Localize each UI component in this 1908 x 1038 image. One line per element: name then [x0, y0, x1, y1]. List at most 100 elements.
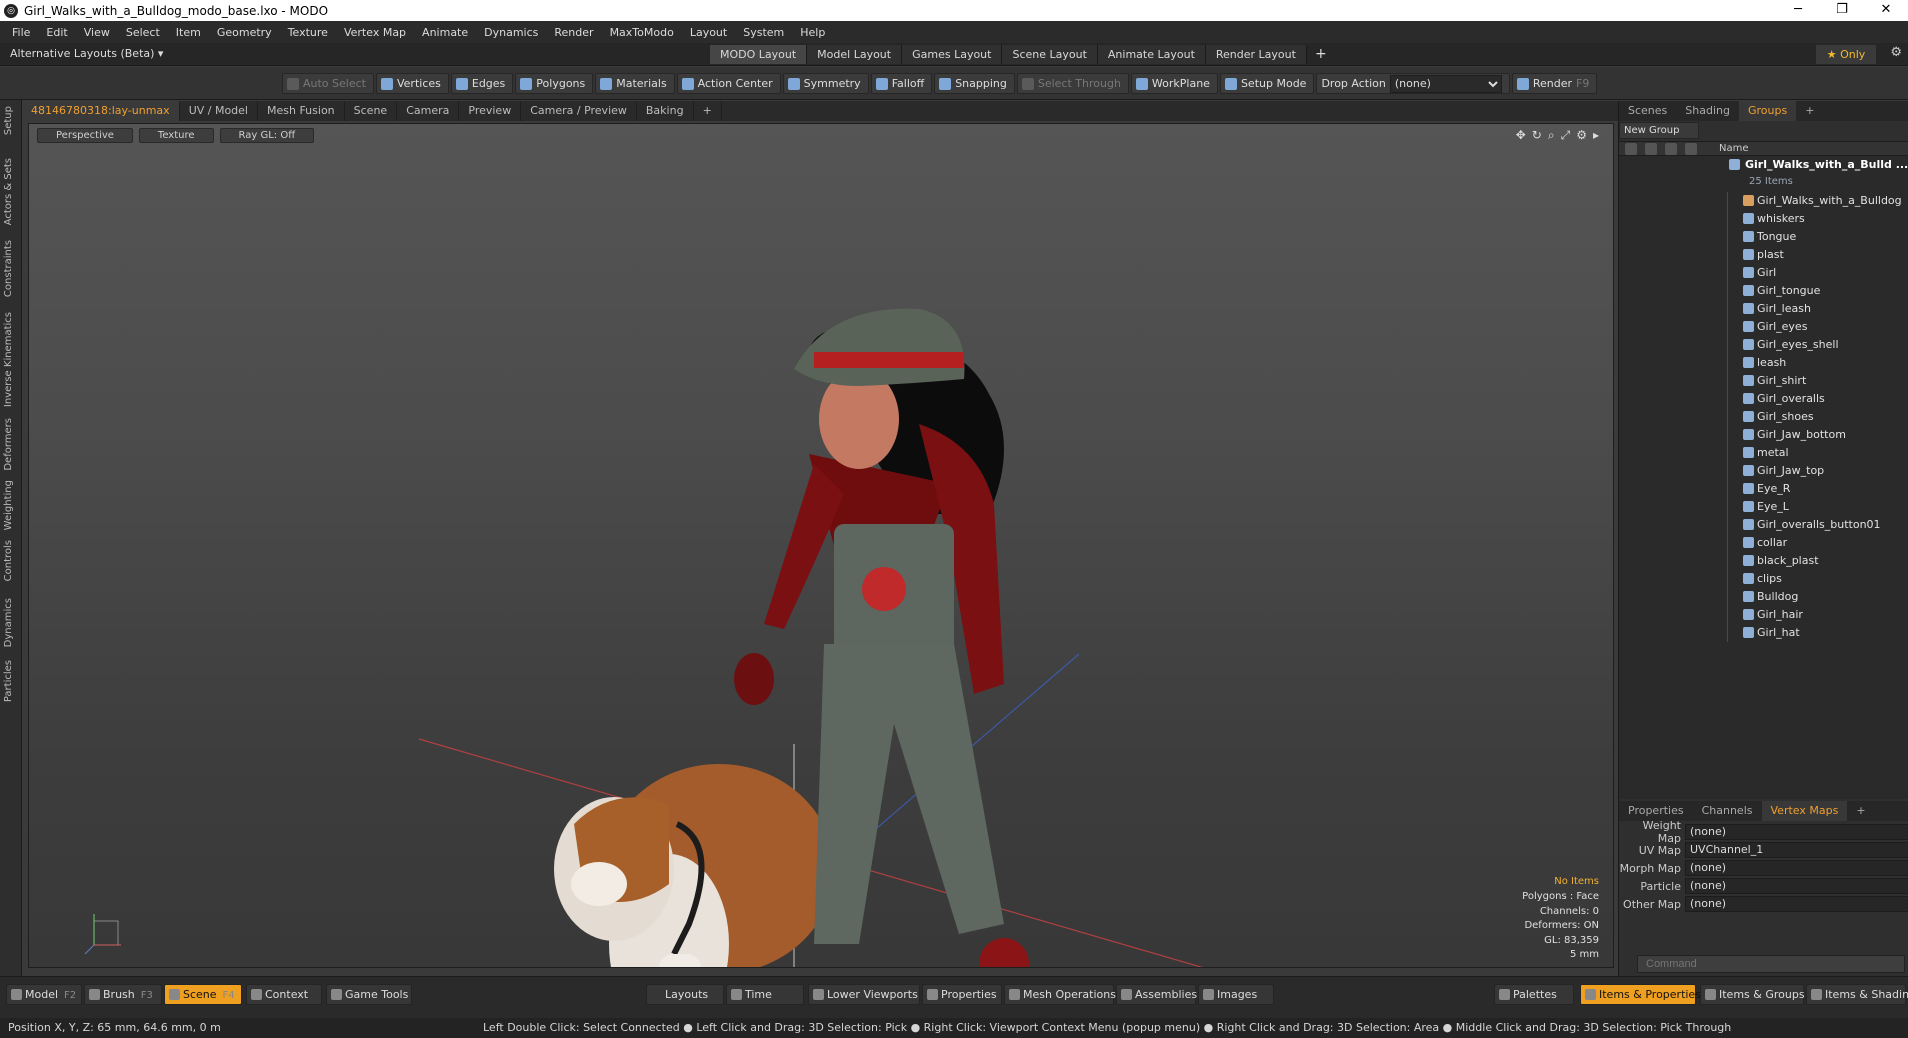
group-item-row[interactable]: Girl_overalls: [1619, 390, 1908, 408]
render-button[interactable]: Render F9: [1511, 73, 1598, 94]
rotate-icon[interactable]: ↻: [1532, 128, 1542, 143]
group-item-row[interactable]: Girl_tongue: [1619, 282, 1908, 300]
group-item-row[interactable]: Bulldog: [1619, 588, 1908, 606]
snapping-button[interactable]: Snapping: [934, 73, 1015, 94]
tab-channels[interactable]: Channels: [1693, 801, 1762, 821]
ray-gl-button[interactable]: Ray GL: Off: [219, 128, 315, 143]
add-panel-tab-icon[interactable]: +: [1796, 101, 1823, 121]
tab-camera[interactable]: Camera: [397, 101, 460, 121]
menu-file[interactable]: File: [4, 26, 38, 39]
group-item-row[interactable]: Eye_L: [1619, 498, 1908, 516]
group-item-row[interactable]: Tongue: [1619, 228, 1908, 246]
game-tools-button[interactable]: Game Tools: [326, 984, 412, 1005]
close-icon[interactable]: ✕: [1864, 0, 1908, 21]
select-column-icon[interactable]: [1685, 143, 1697, 155]
vertices-button[interactable]: Vertices: [375, 73, 449, 94]
properties-button[interactable]: Properties: [922, 984, 1002, 1005]
context-button[interactable]: Context: [246, 984, 322, 1005]
zoom-icon[interactable]: ⌕: [1548, 128, 1555, 143]
items-groups-button[interactable]: Items & Groups: [1700, 984, 1805, 1005]
tab-baking[interactable]: Baking: [637, 101, 694, 121]
vtab-weighting[interactable]: Weighting: [3, 480, 14, 530]
drop-action-select[interactable]: (none): [1389, 74, 1502, 93]
other-map-field[interactable]: (none): [1685, 896, 1908, 912]
group-item-row[interactable]: plast: [1619, 246, 1908, 264]
visibility-column-icon[interactable]: [1625, 143, 1637, 155]
menu-texture[interactable]: Texture: [280, 26, 336, 39]
pan-icon[interactable]: ✥: [1516, 128, 1526, 143]
menu-help[interactable]: Help: [792, 26, 833, 39]
3d-viewport[interactable]: Perspective Texture Ray GL: Off ✥ ↻ ⌕ ⤢ …: [28, 123, 1614, 968]
vtab-actors-sets[interactable]: Actors & Sets: [3, 158, 14, 225]
action-center-button[interactable]: Action Center: [676, 73, 781, 94]
workplane-button[interactable]: WorkPlane: [1130, 73, 1218, 94]
add-viewport-tab-icon[interactable]: +: [694, 101, 722, 121]
group-root-row[interactable]: Girl_Walks_with_a_Bulld ...: [1619, 156, 1908, 174]
tab-animate-layout[interactable]: Animate Layout: [1097, 45, 1206, 64]
menu-render[interactable]: Render: [546, 26, 601, 39]
time-button[interactable]: Time: [726, 984, 804, 1005]
render-column-icon[interactable]: [1645, 143, 1657, 155]
group-item-row[interactable]: whiskers: [1619, 210, 1908, 228]
auto-select-button[interactable]: Auto Select: [282, 73, 374, 94]
tab-camera-preview[interactable]: Camera / Preview: [521, 101, 637, 121]
gear-icon[interactable]: ⚙: [1890, 45, 1902, 60]
menu-geometry[interactable]: Geometry: [209, 26, 280, 39]
images-button[interactable]: Images: [1198, 984, 1274, 1005]
add-layout-icon[interactable]: +: [1307, 45, 1335, 64]
tab-modo-layout[interactable]: MODO Layout: [710, 45, 808, 64]
group-item-row[interactable]: collar: [1619, 534, 1908, 552]
view-mode-button[interactable]: Perspective: [37, 128, 133, 143]
group-item-row[interactable]: Girl_leash: [1619, 300, 1908, 318]
menu-layout[interactable]: Layout: [682, 26, 735, 39]
vtab-constraints[interactable]: Constraints: [3, 240, 14, 297]
menu-maxtomodo[interactable]: MaxToModo: [602, 26, 682, 39]
materials-button[interactable]: Materials: [595, 73, 675, 94]
select-through-button[interactable]: Select Through: [1016, 73, 1129, 94]
tab-scene-layout[interactable]: Scene Layout: [1002, 45, 1098, 64]
weight-map-field[interactable]: (none): [1685, 824, 1908, 840]
tab-uv-model[interactable]: UV / Model: [180, 101, 258, 121]
palettes-button[interactable]: Palettes: [1494, 984, 1574, 1005]
menu-edit[interactable]: Edit: [38, 26, 75, 39]
items-properties-button[interactable]: Items & Properties: [1580, 984, 1701, 1005]
restore-icon[interactable]: ❐: [1820, 0, 1864, 21]
edges-button[interactable]: Edges: [450, 73, 514, 94]
lock-column-icon[interactable]: [1665, 143, 1677, 155]
group-item-row[interactable]: metal: [1619, 444, 1908, 462]
particle-field[interactable]: (none): [1685, 878, 1908, 894]
tab-groups[interactable]: Groups: [1738, 101, 1797, 121]
alternative-layouts-dropdown[interactable]: Alternative Layouts (Beta) ▾: [10, 47, 163, 60]
layouts-button[interactable]: Layouts: [646, 984, 724, 1005]
tab-lay-unmax[interactable]: 48146780318:lay-unmax: [22, 101, 180, 121]
command-input[interactable]: [1637, 955, 1905, 973]
only-toggle[interactable]: ★ Only: [1816, 45, 1876, 64]
tab-preview[interactable]: Preview: [459, 101, 522, 121]
tab-mesh-fusion[interactable]: Mesh Fusion: [258, 101, 345, 121]
vtab-dynamics[interactable]: Dynamics: [3, 598, 14, 647]
group-item-row[interactable]: Girl_Jaw_bottom: [1619, 426, 1908, 444]
menu-item[interactable]: Item: [168, 26, 209, 39]
vtab-inverse-kinematics[interactable]: Inverse Kinematics: [3, 312, 14, 407]
group-item-row[interactable]: Girl_shoes: [1619, 408, 1908, 426]
tab-model-layout[interactable]: Model Layout: [807, 45, 903, 64]
add-bottom-tab-icon[interactable]: +: [1847, 801, 1874, 821]
menu-select[interactable]: Select: [118, 26, 168, 39]
scene-button[interactable]: Scene F4: [164, 984, 242, 1005]
menu-view[interactable]: View: [76, 26, 118, 39]
minimize-icon[interactable]: ─: [1776, 0, 1820, 21]
menu-animate[interactable]: Animate: [414, 26, 476, 39]
group-item-row[interactable]: Girl: [1619, 264, 1908, 282]
tab-shading[interactable]: Shading: [1676, 101, 1739, 121]
items-shading-button[interactable]: Items & Shading: [1806, 984, 1908, 1005]
viewport-menu-icon[interactable]: ▸: [1593, 128, 1599, 143]
vtab-controls[interactable]: Controls: [3, 540, 14, 581]
group-item-row[interactable]: Girl_eyes_shell: [1619, 336, 1908, 354]
symmetry-button[interactable]: Symmetry: [782, 73, 869, 94]
tab-vertex-maps[interactable]: Vertex Maps: [1761, 801, 1848, 821]
new-group-button[interactable]: New Group: [1619, 122, 1699, 139]
group-item-row[interactable]: Girl_overalls_button01: [1619, 516, 1908, 534]
falloff-button[interactable]: Falloff: [870, 73, 933, 94]
viewport-settings-icon[interactable]: ⚙: [1576, 128, 1587, 143]
group-item-row[interactable]: Girl_hat: [1619, 624, 1908, 642]
